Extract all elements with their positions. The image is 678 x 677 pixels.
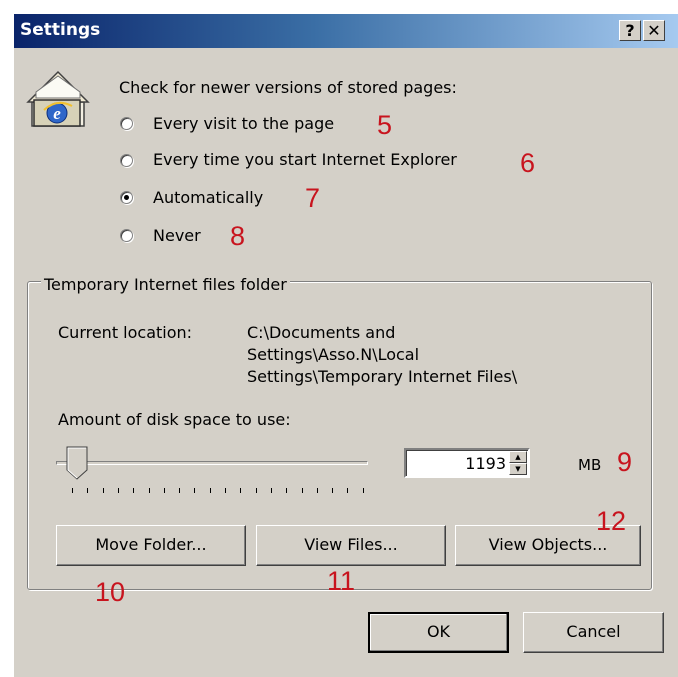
option-label-automatically[interactable]: Automatically <box>153 188 263 207</box>
spin-buttons: ▲ ▼ <box>509 451 527 475</box>
title-bar: Settings ? ✕ <box>14 14 678 48</box>
radio-never[interactable] <box>120 229 133 242</box>
disk-space-slider-thumb[interactable] <box>66 446 88 480</box>
slider-tick <box>347 488 349 493</box>
annotation-11: 11 <box>327 566 356 596</box>
location-line-1: C:\Documents and <box>247 323 396 342</box>
slider-tick <box>240 488 242 493</box>
slider-tick <box>72 488 73 493</box>
slider-tick <box>270 488 272 493</box>
slider-tick <box>209 488 211 493</box>
annotation-6: 6 <box>520 148 536 178</box>
slider-tick <box>102 488 104 493</box>
annotation-10: 10 <box>95 577 126 607</box>
annotation-8: 8 <box>230 221 246 251</box>
spin-up-icon[interactable]: ▲ <box>509 451 527 463</box>
view-files-button[interactable]: View Files... <box>256 525 446 566</box>
check-versions-label: Check for newer versions of stored pages… <box>119 78 457 97</box>
annotation-7: 7 <box>305 183 321 213</box>
location-line-3: Settings\Temporary Internet Files\ <box>247 367 518 386</box>
svg-text:e: e <box>53 104 61 123</box>
annotation-9: 9 <box>617 447 633 477</box>
cancel-button[interactable]: Cancel <box>523 612 664 653</box>
option-label-every-visit[interactable]: Every visit to the page <box>153 114 334 133</box>
radio-every-visit[interactable] <box>120 117 133 130</box>
close-icon[interactable]: ✕ <box>643 20 665 41</box>
disk-unit-label: MB <box>578 456 602 474</box>
slider-tick <box>148 488 150 493</box>
slider-tick <box>133 488 135 493</box>
slider-tick <box>225 488 226 493</box>
slider-tick <box>332 488 334 493</box>
slider-tick <box>286 488 288 493</box>
current-location-label: Current location: <box>58 323 193 342</box>
radio-every-start[interactable] <box>120 154 133 167</box>
slider-tick <box>316 488 318 493</box>
slider-tick <box>87 488 89 493</box>
slider-tick <box>362 488 364 493</box>
radio-automatically[interactable] <box>120 191 133 204</box>
disk-space-slider-track[interactable] <box>56 461 368 465</box>
move-folder-button[interactable]: Move Folder... <box>56 525 246 566</box>
option-label-never[interactable]: Never <box>153 226 201 245</box>
annotation-5: 5 <box>377 110 393 140</box>
slider-tick <box>117 488 119 493</box>
location-line-2: Settings\Asso.N\Local <box>247 345 420 364</box>
window-title: Settings <box>20 20 101 40</box>
help-icon[interactable]: ? <box>619 20 641 41</box>
slider-tick <box>194 488 196 493</box>
group-title: Temporary Internet files folder <box>41 275 290 294</box>
slider-tick <box>179 488 181 493</box>
disk-space-label: Amount of disk space to use: <box>58 410 291 429</box>
slider-tick <box>301 488 303 493</box>
disk-space-input[interactable]: 1193 ▲ ▼ <box>404 448 530 478</box>
slider-tick <box>163 488 165 493</box>
slider-tick <box>255 488 257 493</box>
option-label-every-start[interactable]: Every time you start Internet Explorer <box>153 150 457 169</box>
ie-settings-icon: e <box>26 70 90 127</box>
ok-button[interactable]: OK <box>368 612 509 653</box>
disk-space-value: 1193 <box>465 454 506 473</box>
annotation-12: 12 <box>596 506 627 536</box>
spin-down-icon[interactable]: ▼ <box>509 463 527 475</box>
